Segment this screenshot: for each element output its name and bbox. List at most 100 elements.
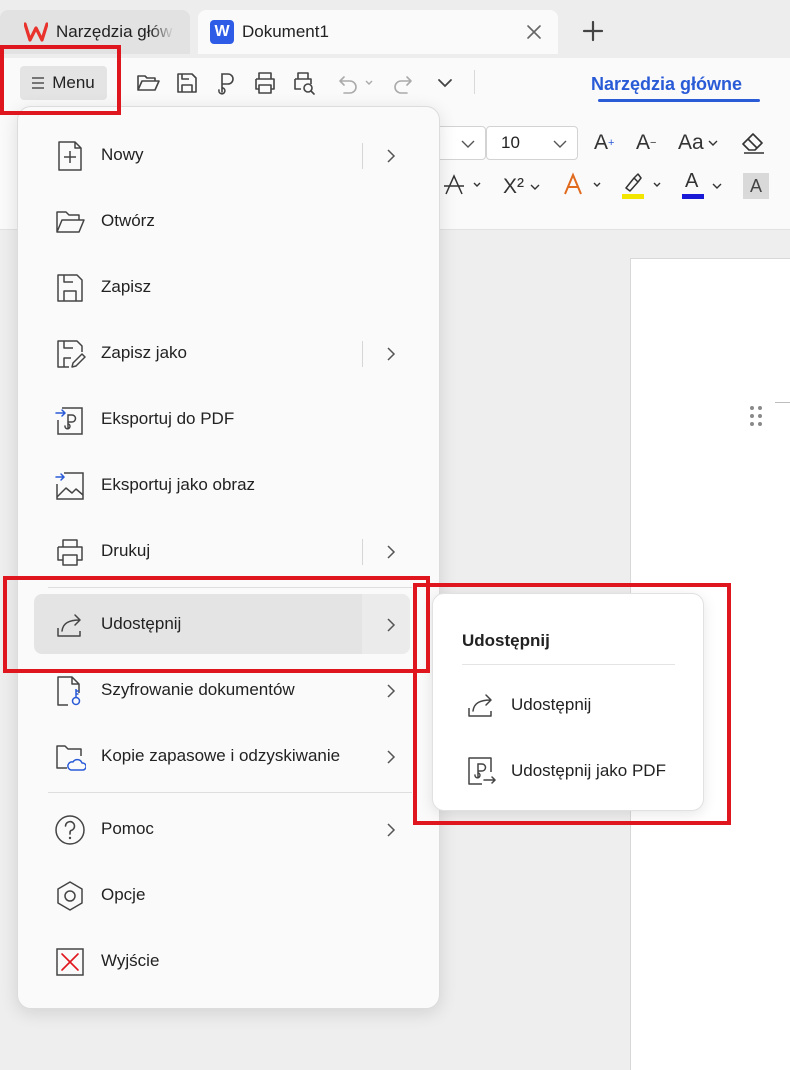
menu-item-help[interactable]: Pomoc: [34, 799, 410, 859]
minus-icon: −: [650, 137, 657, 149]
decrease-font-size-button[interactable]: A −: [636, 128, 656, 158]
menu-divider: [48, 792, 412, 793]
character-shading-button[interactable]: A: [743, 173, 769, 199]
decrease-font-size-label: A: [636, 131, 651, 154]
quick-access-toolbar: Menu Narzędzia główne: [0, 58, 790, 108]
exit-icon: [56, 948, 84, 976]
menu-item-share[interactable]: Udostępnij: [34, 594, 410, 654]
share-icon: [468, 694, 492, 717]
chevron-right-icon: [387, 684, 396, 698]
menu-item-label: Eksportuj do PDF: [101, 409, 235, 428]
change-case-button[interactable]: Aa: [678, 128, 718, 158]
page-margin-mark: [775, 402, 790, 403]
options-icon: [57, 881, 83, 911]
menu-item-label: Otwórz: [101, 211, 155, 230]
submenu-item-share-pdf[interactable]: Udostępnij jako PDF: [443, 743, 695, 799]
menu-item-label: Zapisz jako: [101, 343, 187, 362]
menu-item-label: Eksportuj jako obraz: [101, 475, 256, 494]
submenu-title: Udostępnij: [462, 631, 550, 650]
increase-font-size-button[interactable]: A +: [594, 128, 614, 158]
text-effects-icon[interactable]: [560, 170, 606, 200]
menu-item-separator: [362, 143, 363, 169]
save-icon: [57, 274, 83, 302]
save-as-icon: [57, 340, 86, 368]
writer-logo-icon: W: [210, 20, 234, 44]
chevron-down-icon: [553, 140, 567, 148]
share-pdf-icon: [468, 757, 497, 785]
menu-item-new[interactable]: Nowy: [34, 125, 410, 185]
change-case-label: Aa: [678, 131, 704, 154]
redo-icon[interactable]: [392, 70, 418, 96]
menu-item-label: Opcje: [101, 885, 146, 904]
menu-item-save-as[interactable]: Zapisz jako: [34, 323, 410, 383]
chevron-down-icon: [712, 183, 722, 189]
tab-wps-home[interactable]: Narzędzia głów: [0, 10, 190, 54]
chevron-down-icon: [708, 140, 718, 146]
chevron-right-icon: [387, 545, 396, 559]
menu-item-label: Wyjście: [101, 951, 160, 970]
menu-item-label: Szyfrowanie dokumentów: [101, 680, 295, 699]
menu-item-backup[interactable]: Kopie zapasowe i odzyskiwanie: [34, 726, 410, 786]
menu-button[interactable]: Menu: [20, 66, 107, 100]
toolbar-separator: [474, 70, 475, 94]
menu-item-label: Kopie zapasowe i odzyskiwanie: [101, 746, 341, 765]
undo-icon[interactable]: [333, 70, 377, 96]
folder-open-icon[interactable]: [135, 70, 161, 96]
folder-open-icon: [56, 211, 85, 233]
encrypt-document-icon: [57, 676, 81, 706]
menu-item-open[interactable]: Otwórz: [34, 191, 410, 251]
font-size-value: 10: [501, 133, 520, 152]
menu-item-options[interactable]: Opcje: [34, 865, 410, 925]
print-preview-icon[interactable]: [291, 70, 317, 96]
menu-item-label: Zapisz: [101, 277, 152, 296]
menu-item-print[interactable]: Drukuj: [34, 521, 410, 581]
export-pdf-icon[interactable]: [214, 70, 240, 96]
chevron-right-icon: [387, 347, 396, 361]
export-pdf-icon: [55, 407, 83, 435]
menu-item-save[interactable]: Zapisz: [34, 257, 410, 317]
superscript-label: X²: [503, 175, 524, 198]
hamburger-icon: [32, 77, 45, 89]
new-document-icon: [58, 141, 82, 171]
close-icon[interactable]: [524, 22, 544, 42]
active-tab-underline: [598, 99, 760, 102]
submenu-item-label: Udostępnij jako PDF: [511, 761, 666, 780]
menu-item-export-pdf[interactable]: Eksportuj do PDF: [34, 389, 410, 449]
tab-document[interactable]: W Dokument1: [198, 10, 558, 54]
wps-logo-icon: [24, 22, 48, 42]
print-icon: [57, 539, 83, 566]
more-chevron-down-icon[interactable]: [432, 70, 458, 96]
help-icon: [55, 815, 85, 845]
backup-cloud-icon: [56, 745, 86, 771]
font-color-button[interactable]: A: [681, 170, 727, 202]
submenu-divider: [462, 664, 675, 665]
save-icon[interactable]: [174, 70, 200, 96]
menu-item-label: Pomoc: [101, 819, 154, 838]
menu-item-encrypt[interactable]: Szyfrowanie dokumentów: [34, 660, 410, 720]
font-color-label: A: [685, 170, 699, 192]
plus-icon: +: [608, 137, 615, 149]
share-submenu: Udostępnij Udostępnij Udostępnij jako PD…: [432, 593, 704, 811]
chevron-down-icon: [530, 184, 540, 190]
highlight-color-swatch: [622, 194, 644, 199]
tab-home[interactable]: Narzędzia główne: [591, 74, 742, 95]
drag-handle-icon[interactable]: [748, 404, 764, 428]
clear-formatting-eraser-icon[interactable]: [740, 130, 768, 156]
menu-item-label: Drukuj: [101, 541, 151, 560]
tab-label: Narzędzia głów: [56, 22, 173, 41]
tab-label: Dokument1: [242, 22, 329, 41]
menu-item-label: Udostępnij: [101, 614, 182, 633]
superscript-button[interactable]: X²: [503, 172, 540, 202]
new-tab-plus-icon[interactable]: [580, 18, 606, 44]
chevron-right-icon: [387, 823, 396, 837]
print-icon[interactable]: [252, 70, 278, 96]
menu-button-label: Menu: [52, 73, 95, 92]
strikethrough-icon[interactable]: [440, 170, 486, 200]
menu-divider: [48, 587, 412, 588]
font-size-combo[interactable]: 10: [486, 126, 578, 160]
menu-item-exit[interactable]: Wyjście: [34, 931, 410, 991]
highlight-color-icon[interactable]: [620, 170, 666, 202]
menu-item-export-image[interactable]: Eksportuj jako obraz: [34, 455, 410, 515]
submenu-item-share[interactable]: Udostępnij: [443, 677, 695, 733]
chevron-right-icon: [387, 149, 396, 163]
